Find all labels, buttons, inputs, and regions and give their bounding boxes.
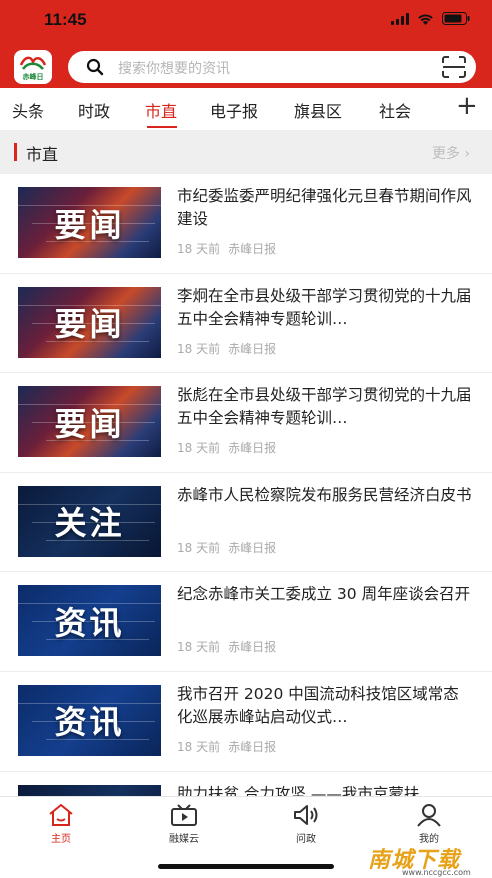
news-title[interactable]: 市纪委监委严明纪律强化元旦春节期间作风建设 xyxy=(177,185,472,231)
thumbnail-label: 资讯 xyxy=(54,703,125,742)
news-source: 赤峰日报 xyxy=(228,242,277,256)
logo-mountain-icon xyxy=(19,56,47,70)
news-time: 18 天前 xyxy=(177,640,221,655)
news-title[interactable]: 李炯在全市县处级干部学习贯彻党的十九届五中全会精神专题轮训… xyxy=(177,285,472,331)
tab-politics[interactable]: 时政 xyxy=(78,98,110,122)
home-indicator[interactable] xyxy=(158,864,334,869)
news-item[interactable]: 要闻 张彪在全市县处级干部学习贯彻党的十九届五中全会精神专题轮训… 18 天前 赤峰日… xyxy=(0,373,492,473)
site-watermark: 南城下载 www.nccgcc.com xyxy=(368,842,482,877)
search-input[interactable]: 搜索你想要的资讯 xyxy=(118,58,230,78)
nav-inquiry[interactable]: 问政 xyxy=(266,803,346,845)
more-link[interactable]: 更多 › xyxy=(432,143,470,163)
nav-home-label: 主页 xyxy=(51,834,71,845)
news-item[interactable]: 助力扶贫 合力攻坚 ——我市京蒙扶 xyxy=(0,772,492,796)
news-thumbnail: 资讯 xyxy=(18,585,161,657)
news-meta: 18 天前 赤峰日报 xyxy=(177,738,284,755)
nav-profile[interactable]: 我的 xyxy=(389,803,469,845)
active-tab-indicator xyxy=(147,126,177,128)
news-source: 赤峰日报 xyxy=(228,441,277,456)
logo-text: 赤峰日 xyxy=(22,72,44,81)
thumbnail-label: 要闻 xyxy=(54,305,125,344)
news-list: 要闻 市纪委监委严明纪律强化元旦春节期间作风建设 18 天前 赤峰日报 要闻 李炯在全市县… xyxy=(0,174,492,796)
thumbnail-label: 关注 xyxy=(54,504,125,543)
tab-headlines[interactable]: 头条 xyxy=(12,98,44,122)
tab-city[interactable]: 市直 xyxy=(145,98,177,122)
watermark-url: www.nccgcc.com xyxy=(402,868,471,877)
news-title[interactable]: 助力扶贫 合力攻坚 ——我市京蒙扶 xyxy=(177,783,472,796)
tab-e-paper[interactable]: 电子报 xyxy=(210,98,258,122)
more-label: 更多 xyxy=(431,146,460,162)
news-item[interactable]: 要闻 李炯在全市县处级干部学习贯彻党的十九届五中全会精神专题轮训… 18 天前 赤峰日… xyxy=(0,274,492,374)
news-thumbnail: 要闻 xyxy=(18,286,161,358)
search-icon xyxy=(86,58,104,76)
tab-counties[interactable]: 旗县区 xyxy=(294,98,342,122)
news-time: 18 天前 xyxy=(177,242,221,256)
news-time: 18 天前 xyxy=(177,739,221,754)
section-header: 市直 更多 › xyxy=(0,130,492,174)
news-thumbnail: 要闻 xyxy=(18,386,161,458)
speaker-icon xyxy=(294,805,318,825)
status-bar: 11:45 xyxy=(0,0,492,42)
news-meta: 18 天前 赤峰日报 xyxy=(177,638,284,655)
news-title[interactable]: 纪念赤峰市关工委成立 30 周年座谈会召开 xyxy=(177,583,472,606)
app-logo[interactable]: 赤峰日 xyxy=(14,50,52,84)
news-item[interactable]: 资讯 纪念赤峰市关工委成立 30 周年座谈会召开 18 天前 赤峰日报 xyxy=(0,572,492,672)
section-title: 市直 xyxy=(26,145,59,164)
news-thumbnail: 要闻 xyxy=(18,187,161,258)
nav-media-cloud[interactable]: 融媒云 xyxy=(144,803,224,845)
news-item[interactable]: 关注 赤峰市人民检察院发布服务民营经济白皮书 18 天前 赤峰日报 xyxy=(0,473,492,573)
news-meta: 18 天前 赤峰日报 xyxy=(177,240,284,257)
nav-media-cloud-label: 融媒云 xyxy=(169,834,199,845)
news-source: 赤峰日报 xyxy=(228,640,277,655)
thumbnail-label: 要闻 xyxy=(54,404,125,443)
category-tabs: 头条 时政 市直 电子报 旗县区 社会 + xyxy=(0,88,492,130)
news-item[interactable]: 资讯 我市召开 2020 中国流动科技馆区域常态化巡展赤峰站启动仪式… 18 天前赤… xyxy=(0,672,492,772)
news-meta: 18 天前 赤峰日报 xyxy=(177,439,284,456)
news-title[interactable]: 我市召开 2020 中国流动科技馆区域常态化巡展赤峰站启动仪式… xyxy=(177,683,472,729)
scan-icon[interactable] xyxy=(442,56,466,78)
news-source: 赤峰日报 xyxy=(228,540,277,555)
news-meta: 18 天前 赤峰日报 xyxy=(177,340,284,357)
news-time: 18 天前 xyxy=(177,540,221,555)
news-thumbnail: 关注 xyxy=(18,485,161,557)
search-bar[interactable]: 搜索你想要的资讯 xyxy=(68,51,476,83)
app-header: 11:45 赤峰日 搜索你想要的资讯 xyxy=(0,0,492,88)
news-thumbnail: 资讯 xyxy=(18,684,161,756)
video-icon xyxy=(171,804,197,826)
tab-society[interactable]: 社会 xyxy=(379,98,411,122)
news-title[interactable]: 赤峰市人民检察院发布服务民营经济白皮书 xyxy=(177,484,472,507)
home-icon xyxy=(49,804,73,826)
section-marker xyxy=(14,143,17,161)
chevron-right-icon: › xyxy=(464,146,470,162)
status-time: 11:45 xyxy=(44,10,87,29)
news-thumbnail xyxy=(18,784,161,796)
news-source: 赤峰日报 xyxy=(228,739,277,754)
cellular-signal-icon xyxy=(391,12,409,25)
nav-inquiry-label: 问政 xyxy=(296,834,316,845)
news-title[interactable]: 张彪在全市县处级干部学习贯彻党的十九届五中全会精神专题轮训… xyxy=(177,384,472,430)
battery-icon xyxy=(442,12,470,25)
add-channel-icon[interactable]: + xyxy=(456,93,478,119)
news-item[interactable]: 要闻 市纪委监委严明纪律强化元旦春节期间作风建设 18 天前 赤峰日报 xyxy=(0,174,492,274)
status-icons xyxy=(391,12,470,25)
tabs-fade xyxy=(418,88,492,130)
wifi-icon xyxy=(418,13,433,25)
thumbnail-label: 要闻 xyxy=(54,205,125,244)
news-time: 18 天前 xyxy=(177,341,221,356)
nav-home[interactable]: 主页 xyxy=(21,803,101,845)
thumbnail-label: 资讯 xyxy=(54,603,125,642)
news-source: 赤峰日报 xyxy=(228,341,277,356)
news-time: 18 天前 xyxy=(177,441,221,456)
news-meta: 18 天前 赤峰日报 xyxy=(177,539,284,556)
user-icon xyxy=(417,804,441,827)
